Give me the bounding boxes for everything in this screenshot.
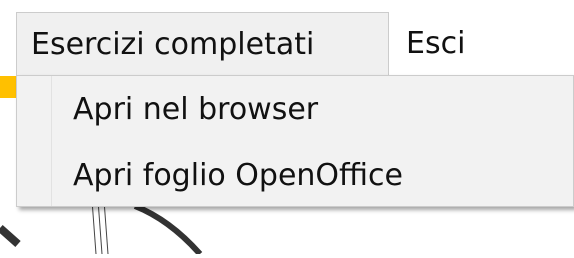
esercizi-completati-dropdown: Apri nel browser Apri foglio OpenOffice <box>16 75 574 207</box>
menu-esci[interactable]: Esci <box>392 12 482 76</box>
dropdown-gutter <box>17 76 52 206</box>
menu-bar: Esercizi completati Esci <box>0 12 574 76</box>
open-in-browser-item[interactable]: Apri nel browser <box>73 78 318 142</box>
open-openoffice-sheet-item[interactable]: Apri foglio OpenOffice <box>73 144 403 208</box>
menu-esercizi-completati[interactable]: Esercizi completati <box>16 12 389 76</box>
